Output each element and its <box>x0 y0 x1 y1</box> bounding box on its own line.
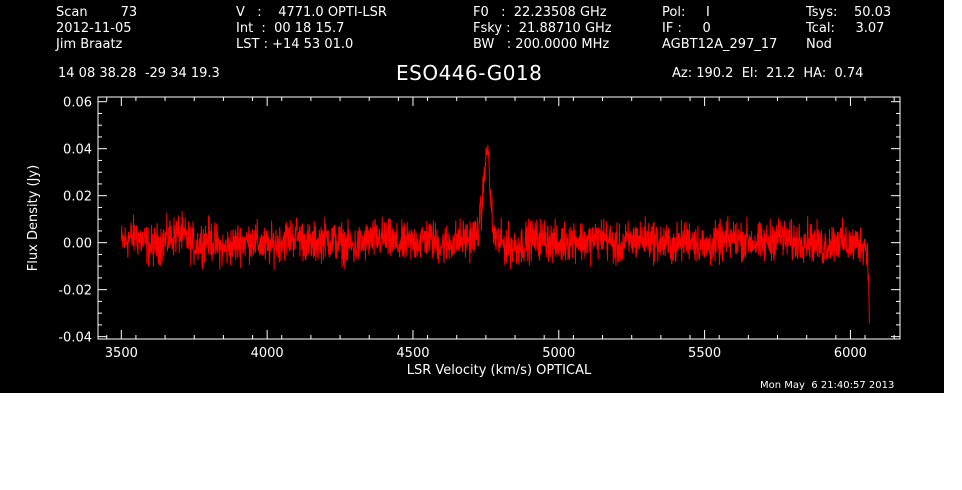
timestamp-label: Mon May 6 21:40:57 2013 <box>760 380 895 391</box>
x-tick-label: 6000 <box>834 346 867 361</box>
x-tick-label: 4500 <box>396 346 429 361</box>
plot-panel: Scan 73 2012-11-05 Jim Braatz V : 4771.0… <box>0 0 944 393</box>
y-tick-label: 0.00 <box>63 237 92 252</box>
x-axis-label: LSR Velocity (km/s) OPTICAL <box>407 363 592 378</box>
y-axis-label: Flux Density (Jy) <box>26 165 41 271</box>
x-tick-label: 5500 <box>688 346 721 361</box>
plot-frame <box>97 96 901 340</box>
y-tick-label: 0.06 <box>63 96 92 111</box>
x-tick-label: 5000 <box>542 346 575 361</box>
spectrum-line <box>120 144 870 324</box>
y-tick-label: 0.04 <box>63 143 92 158</box>
spectrum-chart: 3500 4000 4500 5000 5500 6000 0.06 0.04 0.02 0.00… <box>26 96 901 378</box>
y-tick-label: 0.02 <box>63 190 92 205</box>
x-tick-label: 4000 <box>251 346 284 361</box>
y-tick-label: -0.02 <box>58 284 92 299</box>
x-tick-label: 3500 <box>105 346 138 361</box>
y-tick-label: -0.04 <box>58 331 92 346</box>
